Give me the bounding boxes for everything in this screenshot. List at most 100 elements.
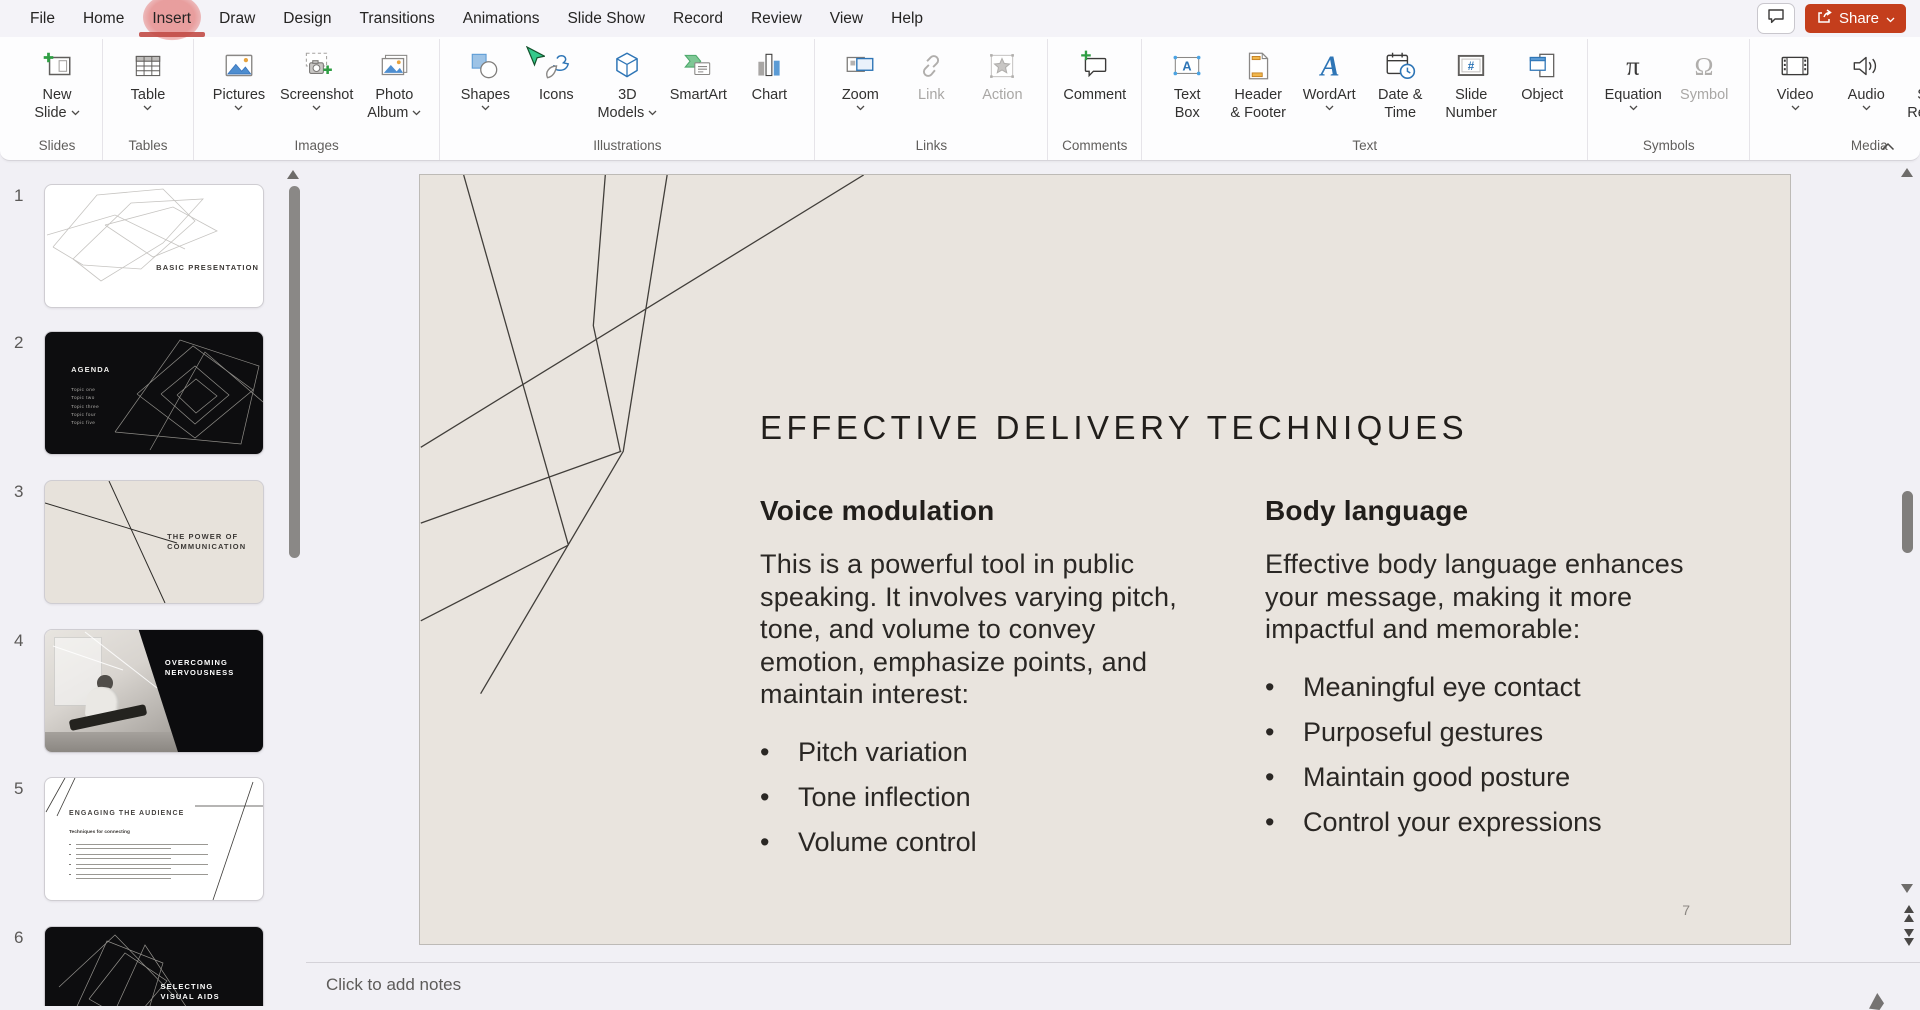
canvas-scroll-down-arrow[interactable] bbox=[1901, 884, 1913, 893]
ribbon-group-label: Illustrations bbox=[446, 136, 808, 160]
ribbon-group-symbols: πEquationΩSymbolSymbols bbox=[1587, 39, 1749, 160]
menu-tab-label: Help bbox=[891, 10, 923, 28]
menu-tab-home[interactable]: Home bbox=[69, 0, 138, 37]
ribbon-comment-button[interactable]: Comment bbox=[1058, 44, 1131, 106]
ribbon-group-buttons: πEquationΩSymbol bbox=[1594, 39, 1743, 136]
ribbon-group-label: Slides bbox=[18, 136, 96, 160]
bullet-item: •Maintain good posture bbox=[1265, 761, 1725, 793]
smartart-icon bbox=[681, 46, 715, 86]
ribbon-button-label: Date &Time bbox=[1378, 86, 1422, 122]
slide-7[interactable]: EFFECTIVE DELIVERY TECHNIQUES Voice modu… bbox=[419, 174, 1791, 945]
ribbon-slide-number-button[interactable]: #SlideNumber bbox=[1436, 44, 1506, 124]
share-icon bbox=[1816, 9, 1832, 28]
ribbon-video-button[interactable]: Video bbox=[1760, 44, 1830, 115]
thumbnail-row-3: 3THE POWER OFCOMMUNICATION bbox=[0, 480, 264, 604]
zoom-icon bbox=[843, 46, 877, 86]
ribbon-group-label: Comments bbox=[1054, 136, 1135, 160]
powerpoint-app: File Home InsertDrawDesign Transitions Anima… bbox=[0, 0, 1920, 1006]
ribbon-group-illustrations: Shapes Icons3DModels SmartArt Chart Illustr… bbox=[439, 39, 814, 160]
slide-column-voice-modulation[interactable]: Voice modulationThis is a powerful tool … bbox=[760, 495, 1205, 871]
ribbon-group-buttons: Table bbox=[109, 39, 187, 136]
equation-icon: π bbox=[1616, 46, 1650, 86]
previous-slide-button[interactable] bbox=[1904, 905, 1914, 923]
symbol-icon: Ω bbox=[1687, 46, 1721, 86]
ribbon-date-time-button[interactable]: Date &Time bbox=[1365, 44, 1435, 124]
ribbon-group-buttons: NewSlide bbox=[18, 39, 96, 136]
canvas-scrollbar-thumb[interactable] bbox=[1902, 491, 1913, 553]
menu-tab-design[interactable]: Design bbox=[269, 0, 345, 37]
ribbon-equation-button[interactable]: πEquation bbox=[1598, 44, 1668, 115]
ribbon-smartart-button[interactable]: SmartArt bbox=[663, 44, 733, 106]
comments-button[interactable] bbox=[1757, 3, 1795, 34]
ribbon-button-label: SmartArt bbox=[670, 86, 727, 104]
menu-tab-record[interactable]: Record bbox=[659, 0, 737, 37]
ribbon-object-button[interactable]: Object bbox=[1507, 44, 1577, 106]
slide-title[interactable]: EFFECTIVE DELIVERY TECHNIQUES bbox=[760, 409, 1468, 447]
ribbon-header-footer-button[interactable]: Header& Footer bbox=[1223, 44, 1293, 124]
menu-tab-view[interactable]: View bbox=[816, 0, 877, 37]
slide-page-number[interactable]: 7 bbox=[1682, 902, 1690, 918]
menu-tab-label: Review bbox=[751, 10, 802, 28]
slide-thumbnail-1[interactable]: BASIC PRESENTATION bbox=[44, 184, 264, 308]
collapse-ribbon-button[interactable] bbox=[1876, 137, 1900, 155]
menu-tab-animations[interactable]: Animations bbox=[449, 0, 554, 37]
slide-thumb-number: 5 bbox=[0, 777, 44, 901]
ribbon-table-button[interactable]: Table bbox=[113, 44, 183, 115]
ribbon-zoom-button[interactable]: Zoom bbox=[825, 44, 895, 115]
slide-number-icon: # bbox=[1454, 46, 1488, 86]
slide-thumbnail-6[interactable]: SELECTINGVISUAL AIDS bbox=[44, 926, 264, 1006]
column-heading: Body language bbox=[1265, 495, 1725, 527]
slide-column-body-language[interactable]: Body languageEffective body language enh… bbox=[1265, 495, 1725, 851]
slide-thumbnail-4[interactable]: OVERCOMINGNERVOUSNESS bbox=[44, 629, 264, 753]
menu-tab-transitions[interactable]: Transitions bbox=[346, 0, 449, 37]
ribbon-button-label: Equation bbox=[1605, 86, 1662, 113]
svg-text:#: # bbox=[1468, 60, 1475, 73]
menu-tab-label: Home bbox=[83, 10, 124, 28]
ribbon-icons-button[interactable]: Icons bbox=[521, 44, 591, 106]
canvas-scroll-up-arrow[interactable] bbox=[1901, 168, 1913, 177]
menu-tab-help[interactable]: Help bbox=[877, 0, 937, 37]
ribbon-symbol-button: ΩSymbol bbox=[1669, 44, 1739, 106]
photo-album-icon bbox=[377, 46, 411, 86]
ribbon-wordart-button[interactable]: AWordArt bbox=[1294, 44, 1364, 115]
active-tab-underline bbox=[139, 32, 205, 37]
ribbon-group-label: Links bbox=[821, 136, 1041, 160]
ribbon-button-label: Shapes bbox=[461, 86, 510, 113]
slide-thumbnail-3[interactable]: THE POWER OFCOMMUNICATION bbox=[44, 480, 264, 604]
ribbon-group-images: PicturesScreenshotPhotoAlbum Images bbox=[193, 39, 439, 160]
ribbon-3d-models-button[interactable]: 3DModels bbox=[592, 44, 662, 124]
menu-tabs: File Home InsertDrawDesign Transitions Anima… bbox=[16, 0, 937, 37]
slide-thumbnail-2[interactable]: AGENDATopic oneTopic twoTopic threeTopic… bbox=[44, 331, 264, 455]
next-slide-button[interactable] bbox=[1904, 928, 1914, 946]
ribbon-text-box-button[interactable]: ATextBox bbox=[1152, 44, 1222, 124]
ribbon-screenshot-button[interactable]: Screenshot bbox=[275, 44, 358, 115]
menu-tab-insert[interactable]: Insert bbox=[138, 0, 205, 37]
ribbon-pictures-button[interactable]: Pictures bbox=[204, 44, 274, 115]
ribbon-button-label: Action bbox=[982, 86, 1022, 104]
shapes-icon bbox=[468, 46, 502, 86]
bullet-item: •Purposeful gestures bbox=[1265, 716, 1725, 748]
ribbon-audio-button[interactable]: Audio bbox=[1831, 44, 1901, 115]
menu-tab-draw[interactable]: Draw bbox=[205, 0, 269, 37]
column-bullet-list: •Pitch variation•Tone inflection•Volume … bbox=[760, 736, 1205, 858]
ribbon-photo-album-button[interactable]: PhotoAlbum bbox=[359, 44, 429, 124]
ribbon-button-label: Comment bbox=[1063, 86, 1126, 104]
panel-scrollbar-thumb[interactable] bbox=[289, 186, 300, 558]
menu-tab-label: Transitions bbox=[360, 10, 435, 28]
notes-panel[interactable]: Click to add notes bbox=[306, 962, 1920, 1006]
slide-thumbnail-panel: 1BASIC PRESENTATION2AGENDATopic oneTopic… bbox=[0, 161, 307, 1006]
menu-tab-file[interactable]: File bbox=[16, 0, 69, 37]
ribbon-chart-button[interactable]: Chart bbox=[734, 44, 804, 106]
slide-thumbnail-5[interactable]: ENGAGING THE AUDIENCETechniques for conn… bbox=[44, 777, 264, 901]
ribbon-screen-recording-button[interactable]: ScreenRecording bbox=[1902, 44, 1920, 124]
panel-scroll-up-arrow[interactable] bbox=[287, 170, 299, 179]
menu-tab-slide-show[interactable]: Slide Show bbox=[553, 0, 659, 37]
bullet-item: •Tone inflection bbox=[760, 781, 1205, 813]
share-button[interactable]: Share bbox=[1805, 4, 1906, 33]
menu-tab-review[interactable]: Review bbox=[737, 0, 816, 37]
object-icon bbox=[1525, 46, 1559, 86]
ribbon-new-slide-button[interactable]: NewSlide bbox=[22, 44, 92, 124]
ribbon-shapes-button[interactable]: Shapes bbox=[450, 44, 520, 115]
ribbon-group-label: Tables bbox=[109, 136, 187, 160]
ribbon-group-buttons: Shapes Icons3DModels SmartArt Chart bbox=[446, 39, 808, 136]
